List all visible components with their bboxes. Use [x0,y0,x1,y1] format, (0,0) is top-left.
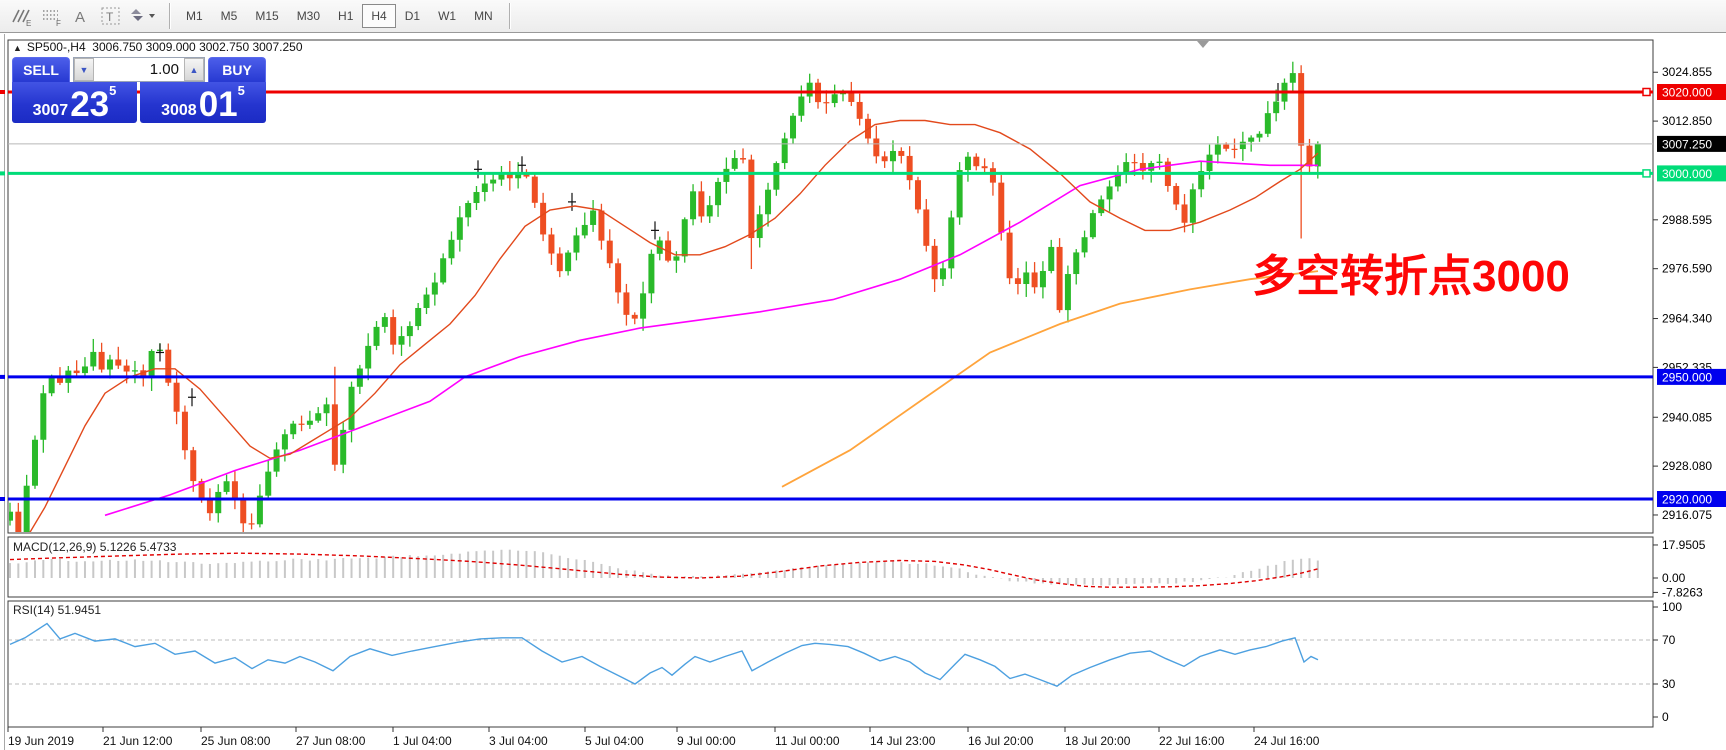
panel-collapse-icon[interactable]: ▲ [13,43,22,53]
chart-text-annotation[interactable]: 多空转折点3000 [1252,240,1570,304]
volume-increase-button[interactable]: ▲ [184,58,204,81]
macd-axis-label: 17.9505 [1662,538,1706,552]
sell-button[interactable]: SELL [12,57,70,82]
y-axis-label: 2940.085 [1662,410,1712,424]
rsi-indicator-label: RSI(14) 51.9451 [13,603,101,617]
price-badge-label: 2920.000 [1662,493,1712,507]
timeframe-button-d1[interactable]: D1 [396,4,429,28]
one-click-trade-panel: SELL ▼ ▲ BUY 3007 23 5 3008 01 5 [12,57,266,123]
hline-handle[interactable] [1643,170,1650,177]
x-axis-label: 19 Jun 2019 [8,734,74,748]
macd-panel[interactable] [8,537,1653,597]
y-axis-label: 3012.850 [1662,114,1712,128]
buy-price-small: 3008 [161,102,197,120]
x-axis-label: 16 Jul 20:00 [968,734,1034,748]
svg-text:T: T [106,10,114,24]
x-axis-label: 5 Jul 04:00 [585,734,644,748]
svg-text:A: A [75,9,85,26]
x-axis-label: 24 Jul 16:00 [1254,734,1320,748]
svg-text:E: E [26,19,31,27]
x-axis-label: 1 Jul 04:00 [393,734,452,748]
macd-axis: 17.9505 0.00-7.8263 [1653,538,1706,599]
buy-button[interactable]: BUY [208,57,266,82]
price-badge-label: 2950.000 [1662,370,1712,384]
y-axis-label: 2988.595 [1662,213,1712,227]
timeframe-button-w1[interactable]: W1 [429,4,465,28]
symbol-title: SP500-,H4 [27,40,86,54]
timeframe-button-h1[interactable]: H1 [329,4,362,28]
timeframe-button-m30[interactable]: M30 [288,4,329,28]
sell-price-big: 23 [70,90,109,120]
toolbar: E F A T M1M5M15M30H1H4D1W1MN [0,0,1726,33]
macd-axis-label: -7.8263 [1662,585,1703,599]
timeframe-button-h4[interactable]: H4 [362,4,395,28]
x-axis-label: 18 Jul 20:00 [1065,734,1131,748]
rsi-axis-label: 0 [1662,710,1669,724]
chart-window: ▲ SP500-,H4 3006.750 3009.000 3002.750 30… [0,34,1726,750]
timeframe-button-m5[interactable]: M5 [212,4,247,28]
y-axis-label: 2928.080 [1662,459,1712,473]
x-axis-label: 3 Jul 04:00 [489,734,548,748]
x-axis-label: 22 Jul 16:00 [1159,734,1225,748]
volume-input[interactable] [94,58,184,81]
x-axis-label: 21 Jun 12:00 [103,734,173,748]
toolbar-separator [509,3,510,29]
rsi-axis-label: 70 [1662,633,1676,647]
objects-arrows-icon[interactable] [128,3,158,29]
chart-header: ▲ SP500-,H4 3006.750 3009.000 3002.750 30… [13,40,303,54]
rsi-panel[interactable] [8,601,1653,727]
macd-axis-label: 0.00 [1662,571,1686,585]
sell-price-box[interactable]: 3007 23 5 [12,82,137,123]
svg-text:F: F [56,19,61,27]
y-axis-label: 2976.590 [1662,262,1712,276]
sell-price-sup: 5 [109,83,116,98]
rsi-axis-label: 30 [1662,677,1676,691]
timeframe-button-m15[interactable]: M15 [246,4,287,28]
text-label-icon[interactable]: A [68,3,94,29]
x-axis-label: 14 Jul 23:00 [870,734,936,748]
chart-svg: 3024.855 3012.850 2988.595 2976.590 2964.340… [0,34,1726,750]
x-axis-label: 11 Jul 00:00 [775,734,840,748]
x-axis-label: 9 Jul 00:00 [677,734,736,748]
price-badge-label: 3020.000 [1662,86,1712,100]
ohlc-values: 3006.750 3009.000 3002.750 3007.250 [92,40,302,54]
timeframe-button-mn[interactable]: MN [465,4,502,28]
macd-indicator-label: MACD(12,26,9) 5.1226 5.4733 [13,540,176,554]
y-axis-label: 2916.075 [1662,508,1712,522]
sell-price-small: 3007 [33,102,69,120]
y-axis-label: 2964.340 [1662,312,1712,326]
rsi-axis-label: 100 [1662,600,1682,614]
time-axis[interactable]: 19 Jun 2019 21 Jun 12:00 25 Jun 08:00 27 Ju… [8,727,1320,748]
buy-price-big: 01 [199,90,238,120]
indicators-icon[interactable]: E [8,3,34,29]
x-axis-label: 27 Jun 08:00 [296,734,366,748]
volume-decrease-button[interactable]: ▼ [74,58,94,81]
price-badge-label: 3000.000 [1662,167,1712,181]
buy-price-sup: 5 [238,83,245,98]
buy-price-box[interactable]: 3008 01 5 [140,82,266,123]
rsi-axis: 100 70 30 0 [1653,600,1682,724]
x-axis-label: 25 Jun 08:00 [201,734,271,748]
text-box-icon[interactable]: T [98,3,124,29]
volume-group: ▼ ▲ [73,57,205,82]
grid-icon[interactable]: F [38,3,64,29]
price-axis[interactable]: 3024.855 3012.850 2988.595 2976.590 2964.340… [1653,65,1726,522]
y-axis-label: 3024.855 [1662,65,1712,79]
timeframe-button-m1[interactable]: M1 [177,4,212,28]
toolbar-separator [169,3,170,29]
hline-handle[interactable] [1643,89,1650,96]
price-badge-label: 3007.250 [1662,137,1712,151]
